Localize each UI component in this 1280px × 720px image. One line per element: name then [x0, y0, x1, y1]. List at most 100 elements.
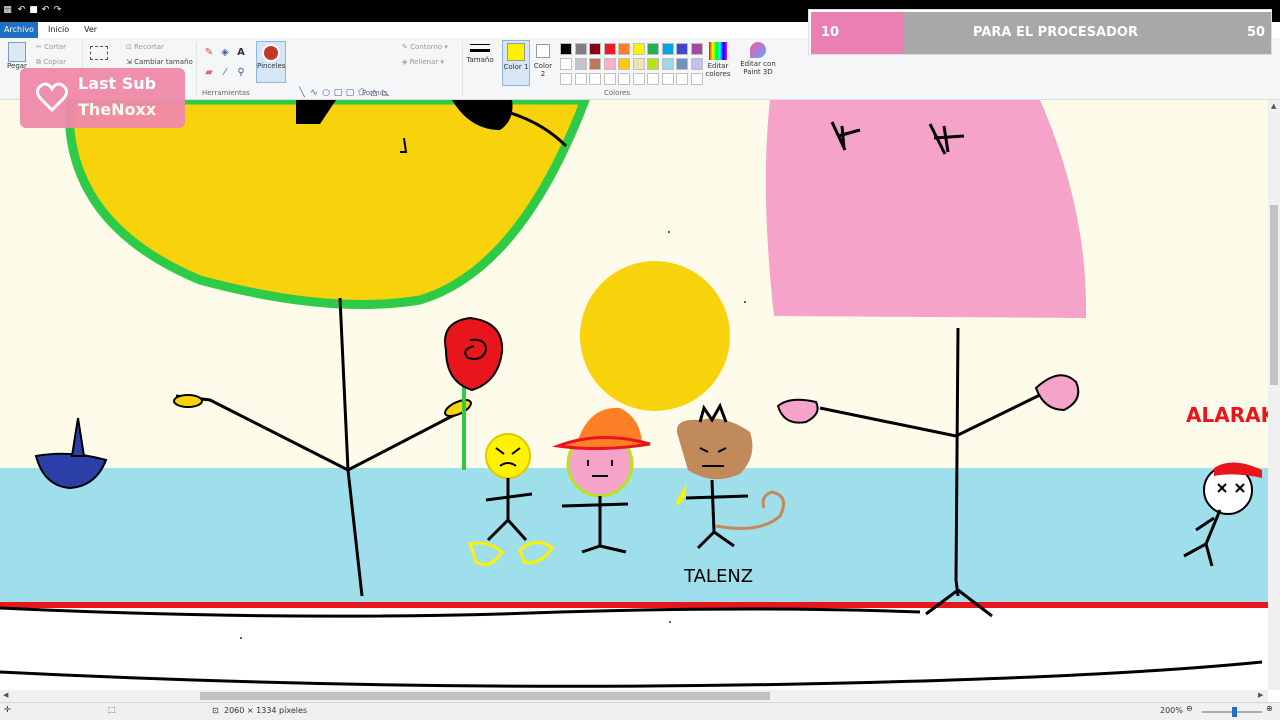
selection-size-icon: ⬚: [108, 705, 116, 714]
rounded-rect-shape-icon[interactable]: ▢: [344, 87, 356, 99]
save-icon[interactable]: ■: [28, 5, 39, 16]
curve-shape-icon[interactable]: ∿: [308, 87, 320, 99]
palette-color-swatch[interactable]: [589, 58, 601, 70]
color-picker-icon[interactable]: ⁄: [218, 66, 232, 80]
resize-button[interactable]: ⇲ Cambiar tamaño: [126, 58, 193, 66]
palette-color-swatch[interactable]: [632, 58, 645, 70]
undo-icon[interactable]: ↶: [16, 5, 27, 16]
tab-ver[interactable]: Ver: [78, 22, 103, 38]
fill-dropdown[interactable]: ◈ Rellenar ▾: [402, 58, 444, 66]
palette-color-swatch[interactable]: [574, 43, 587, 55]
palette-color-swatch[interactable]: [560, 58, 572, 70]
color2-button[interactable]: Color 2: [532, 42, 554, 78]
edit-colors-button[interactable]: Editar colores: [704, 42, 732, 78]
vertical-scrollbar[interactable]: ▲: [1268, 100, 1280, 690]
palette-color-swatch[interactable]: [690, 43, 703, 55]
tab-archivo[interactable]: Archivo: [0, 22, 38, 38]
palette-empty-swatch[interactable]: [560, 73, 572, 85]
vertical-scroll-thumb[interactable]: [1270, 205, 1278, 385]
eraser-icon[interactable]: ▰: [202, 66, 216, 80]
palette-color-swatch[interactable]: [676, 58, 688, 70]
outline-dropdown[interactable]: ✎ Contorno ▾: [402, 43, 448, 51]
palette-color-swatch[interactable]: [603, 58, 616, 70]
palette-color-swatch[interactable]: [618, 58, 630, 70]
cut-label: Cortar: [44, 43, 67, 51]
ribbon-separator: [196, 42, 197, 96]
palette-empty-swatch[interactable]: [661, 73, 674, 85]
zoom-level: 200%: [1160, 706, 1183, 715]
undo-quick-icon[interactable]: ↶: [40, 5, 51, 16]
palette-color-swatch[interactable]: [589, 43, 601, 55]
canvas-label-alarak: ALARAKI: [1186, 403, 1268, 427]
palette-color-swatch[interactable]: [632, 43, 645, 55]
zoom-in-icon[interactable]: ⊕: [1266, 704, 1273, 713]
fill-label: Rellenar: [409, 58, 439, 66]
fill-bucket-icon[interactable]: ◈: [218, 46, 232, 60]
oval-shape-icon[interactable]: ○: [320, 87, 332, 99]
left-giant-hand-left: [173, 394, 203, 408]
copy-button[interactable]: ⧉ Copiar: [36, 58, 66, 67]
select-button[interactable]: [90, 46, 108, 60]
scroll-left-icon[interactable]: ◀: [3, 691, 8, 699]
drawing-artwork: TALENZ ALARAKI: [0, 100, 1268, 690]
magnifier-icon[interactable]: ⚲: [234, 66, 248, 80]
palette-empty-swatch[interactable]: [632, 73, 645, 85]
pencil-icon[interactable]: ✎: [202, 46, 216, 60]
palette-empty-swatch[interactable]: [618, 73, 630, 85]
outline-label: Contorno: [410, 43, 443, 51]
donation-goal-bar: 10 PARA EL PROCESADOR 50: [808, 9, 1272, 55]
palette-color-swatch[interactable]: [661, 43, 674, 55]
scroll-right-icon[interactable]: ▶: [1258, 691, 1263, 699]
palette-color-swatch[interactable]: [676, 43, 688, 55]
palette-empty-swatch[interactable]: [603, 73, 616, 85]
dot: [240, 637, 242, 639]
left-giant-hand-right: [444, 398, 472, 418]
text-tool-icon[interactable]: A: [234, 46, 248, 60]
palette-empty-swatch[interactable]: [574, 73, 587, 85]
palette-color-swatch[interactable]: [661, 58, 674, 70]
status-bar: ✛ ⬚ ⊡ 2060 × 1334 píxeles 200% ⊖ ⊕: [0, 702, 1280, 720]
scroll-up-icon[interactable]: ▲: [1271, 102, 1276, 110]
palette-color-swatch[interactable]: [560, 43, 572, 55]
palette-color-swatch[interactable]: [647, 43, 659, 55]
paint-window: ▦ ↶ ■ ↶ ↷ Archivo Inicio Ver Pegar ✂ Cor…: [0, 0, 1280, 720]
horizontal-scrollbar[interactable]: ◀ ▶: [0, 690, 1268, 702]
palette-color-swatch[interactable]: [603, 43, 616, 55]
rect-shape-icon[interactable]: □: [332, 87, 344, 99]
palette-color-swatch[interactable]: [647, 58, 659, 70]
zoom-slider[interactable]: [1202, 707, 1262, 717]
horizontal-scroll-thumb[interactable]: [200, 692, 770, 700]
rose-flower: [444, 316, 504, 392]
crop-label: Recortar: [134, 43, 164, 51]
tab-inicio[interactable]: Inicio: [42, 22, 75, 38]
left-giant-arm-right: [347, 410, 461, 472]
redo-quick-icon[interactable]: ↷: [52, 5, 63, 16]
dot: [668, 231, 670, 233]
crop-button[interactable]: ⊡ Recortar: [126, 43, 164, 51]
last-sub-overlay: Last Sub TheNoxx: [20, 68, 185, 128]
palette-color-swatch[interactable]: [690, 58, 703, 70]
size-label: Tamaño: [466, 56, 494, 64]
water-area: [0, 468, 1268, 604]
drawing-canvas[interactable]: TALENZ ALARAKI: [0, 100, 1268, 690]
palette-color-swatch[interactable]: [574, 58, 587, 70]
zoom-out-icon[interactable]: ⊖: [1186, 704, 1193, 713]
size-button[interactable]: Tamaño: [466, 42, 494, 64]
palette-empty-swatch[interactable]: [647, 73, 659, 85]
brushes-button[interactable]: Pinceles: [256, 41, 286, 83]
white-ground: [0, 608, 1268, 690]
palette-color-swatch[interactable]: [618, 43, 630, 55]
cut-button[interactable]: ✂ Cortar: [36, 43, 66, 51]
line-shape-icon[interactable]: ╲: [296, 87, 308, 99]
palette-empty-swatch[interactable]: [690, 73, 703, 85]
zoom-slider-thumb[interactable]: [1232, 707, 1237, 717]
big-yellow-sun: [65, 100, 590, 309]
paint3d-button[interactable]: Editar con Paint 3D: [738, 42, 778, 76]
goal-target: 50: [1247, 25, 1266, 40]
palette-empty-swatch[interactable]: [589, 73, 601, 85]
paste-button[interactable]: Pegar: [4, 42, 30, 70]
dot: [744, 301, 746, 303]
color1-button[interactable]: Color 1: [502, 40, 530, 86]
palette-empty-swatch[interactable]: [676, 73, 688, 85]
last-sub-title: Last Sub: [78, 74, 157, 93]
